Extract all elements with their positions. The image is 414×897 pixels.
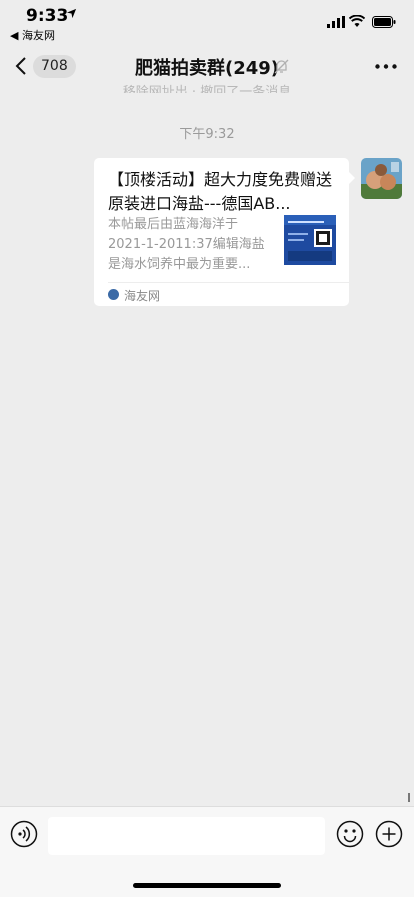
wifi-icon	[349, 15, 365, 27]
link-card-title: 【顶楼活动】超大力度免费赠送原装进口海盐---德国AB...	[108, 170, 333, 213]
avatar[interactable]	[361, 158, 402, 199]
status-time: 9:33	[26, 6, 69, 26]
scroll-indicator	[408, 793, 410, 802]
status-bar: 9:33 ◀ 海友网	[0, 0, 414, 44]
voice-icon[interactable]	[10, 820, 38, 848]
link-card-message[interactable]: 【顶楼活动】超大力度免费赠送原装进口海盐---德国AB... 本帖最后由蓝海海洋…	[94, 158, 355, 306]
bell-off-icon	[274, 59, 289, 74]
source-name: 海友网	[124, 289, 161, 303]
location-arrow-icon	[66, 8, 77, 19]
back-to-app-link[interactable]: ◀ 海友网	[10, 27, 55, 43]
message-input[interactable]	[48, 817, 325, 855]
signal-icon	[327, 16, 345, 28]
link-card-description: 本帖最后由蓝海海洋于2021-1-2011:37编辑海盐是海水饲养中最为重要..…	[108, 217, 265, 272]
system-notice: 移除网址出 · 撤回了一条消息	[122, 85, 292, 93]
battery-icon	[372, 16, 396, 28]
input-bar	[0, 806, 414, 897]
source-logo-icon	[108, 289, 119, 300]
message-timestamp: 下午9:32	[179, 127, 235, 142]
bubble-tail	[349, 172, 355, 184]
card-divider	[108, 282, 349, 283]
more-dots-icon[interactable]	[375, 64, 397, 69]
emoji-icon[interactable]	[336, 820, 364, 848]
plus-icon[interactable]	[375, 820, 403, 848]
link-card-thumbnail	[284, 215, 336, 265]
home-indicator[interactable]	[133, 883, 281, 888]
chat-title[interactable]: 肥猫拍卖群(249)	[0, 54, 414, 80]
